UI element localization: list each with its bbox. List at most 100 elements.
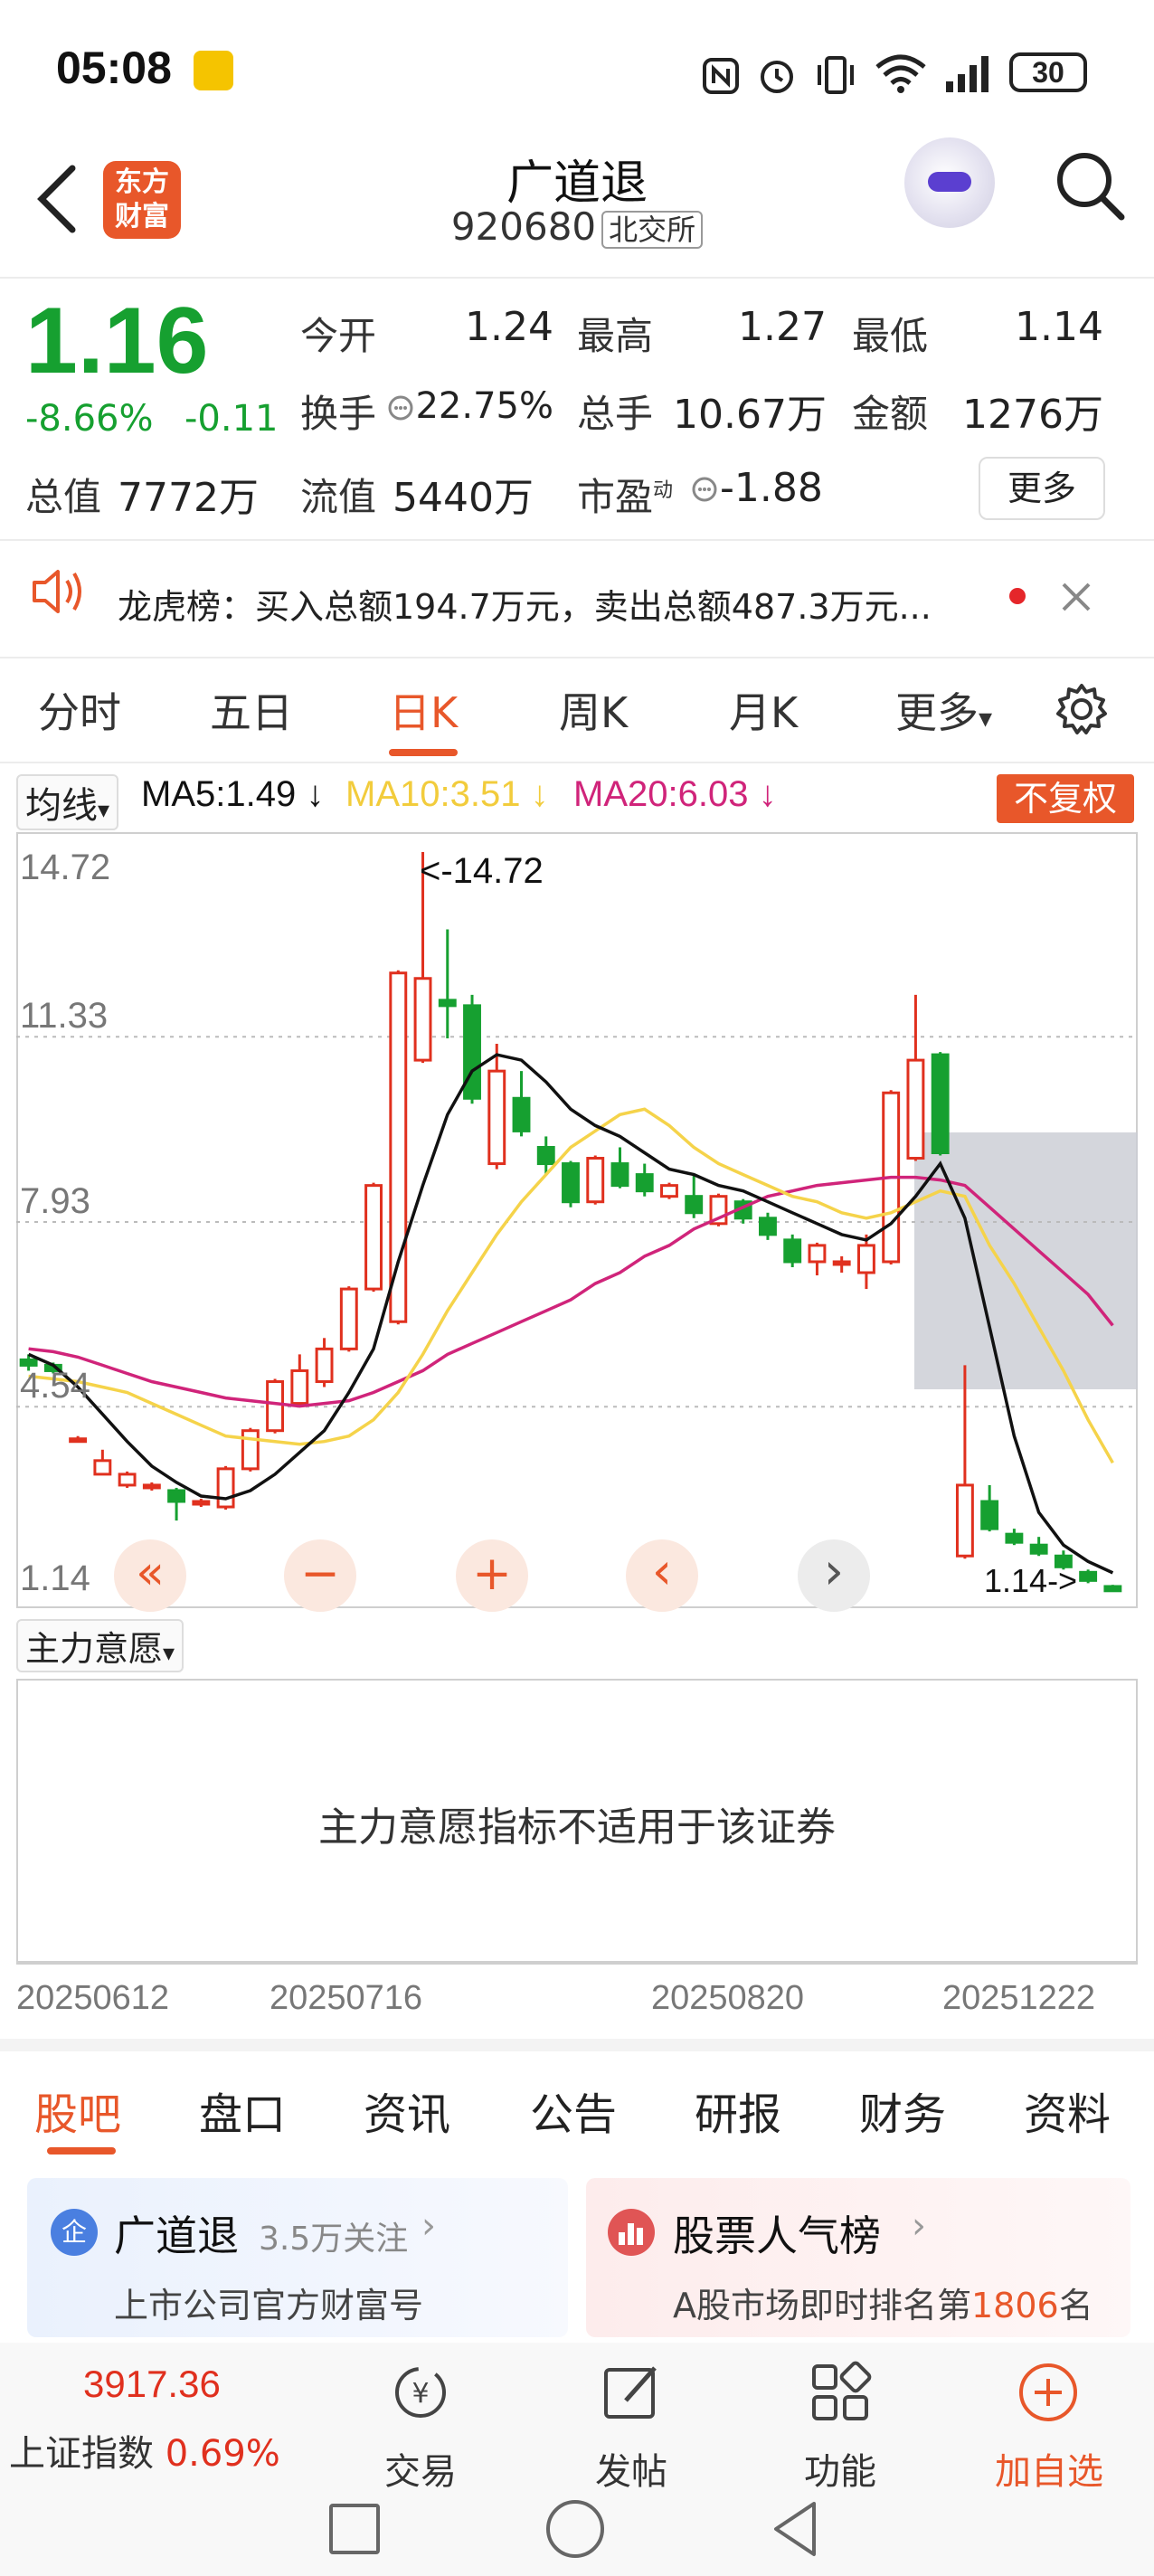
zoom-out-button[interactable]: − [284,1539,356,1612]
high-label: 最高 [577,314,654,358]
banner-text[interactable]: 龙虎榜：买入总额194.7万元，卖出总额487.3万元... [118,579,932,629]
company-card-subtitle: 上市公司官方财富号 [114,2286,424,2325]
battery-icon: 30 [1009,52,1087,92]
close-icon[interactable] [1058,579,1094,615]
low-value: 1.14 [1015,304,1103,350]
back-nav-icon[interactable] [769,2498,823,2560]
y-tick-label: 4.54 [20,1366,90,1406]
candle-body [1029,1543,1048,1555]
assistant-avatar-icon[interactable] [904,137,995,228]
tab-more[interactable]: 更多▾ [895,680,992,740]
company-account-card[interactable]: 企 广道退 3.5万关注 › 上市公司官方财富号 [27,2178,568,2337]
chevron-down-icon: ▾ [979,703,993,734]
tab-profile[interactable]: 资料 [1024,2079,1111,2142]
adjust-toggle[interactable]: 不复权 [997,774,1134,823]
candle-body [364,1184,383,1291]
company-card-title: 广道退 [114,2211,239,2260]
candle-body [931,1053,950,1155]
high-value: 1.27 [738,304,827,350]
tab-news[interactable]: 资讯 [364,2079,450,2142]
index-name[interactable]: 上证指数 0.69% [9,2424,280,2477]
tab-intraday[interactable]: 分时 [38,680,121,740]
home-icon[interactable] [546,2500,604,2558]
amount-value: 1276万 [962,392,1103,438]
candle-body [438,999,457,1008]
scroll-right-button[interactable]: › [798,1539,870,1612]
tab-monthly-k[interactable]: 月K [729,680,798,740]
kline-chart[interactable]: 14.72 11.33 7.93 4.54 1.14 <-14.72 1.14-> [16,832,1138,1608]
candle-body [69,1437,88,1444]
tab-financials[interactable]: 财务 [859,2079,946,2142]
candle-body [1103,1585,1122,1593]
stock-code: 920680 [450,204,597,249]
vibrate-icon [818,56,854,94]
scroll-left-fast-button[interactable]: « [114,1539,186,1612]
tab-research[interactable]: 研报 [695,2079,781,2142]
info-icon[interactable] [387,394,414,421]
candle-body [536,1145,555,1166]
scroll-left-button[interactable]: ‹ [626,1539,698,1612]
gear-icon[interactable] [1053,680,1111,738]
tab-five-day[interactable]: 五日 [210,680,293,740]
zoom-in-button[interactable]: + [456,1539,528,1612]
mcap-value: 7772万 [118,475,259,521]
candle-body [118,1473,137,1487]
turnover-label: 换手 [300,392,377,436]
tab-daily-k[interactable]: 日K [389,680,458,740]
index-value[interactable]: 3917.36 [83,2363,221,2406]
high-annotation: <-14.72 [420,851,544,891]
chevron-right-icon: › [912,2205,926,2247]
nav-post[interactable]: 发帖 [559,2442,704,2495]
candle-body [315,1347,334,1383]
search-icon[interactable] [1053,148,1127,223]
nav-functions[interactable]: 功能 [768,2442,913,2495]
info-icon[interactable] [691,476,718,503]
y-tick-label: 11.33 [20,996,108,1036]
change-amount: -0.11 [184,398,279,440]
ma20-legend: MA20:6.03 ↓ [573,774,777,814]
tab-pankou[interactable]: 盘口 [199,2079,286,2142]
recents-icon[interactable] [329,2504,380,2554]
status-bar: 05:08 30 [0,0,1154,136]
trade-icon: ¥ [395,2367,446,2418]
pe-superscript: 动 [653,479,674,502]
tab-guba[interactable]: 股吧 [34,2079,121,2142]
signal-icon [946,56,988,92]
low-label: 最低 [852,314,929,358]
float-value: 5440万 [393,475,534,521]
popularity-card-title: 股票人气榜 [673,2211,881,2260]
ma-selector[interactable]: 均线▾ [16,774,119,830]
tabs-divider [0,762,1154,763]
candle-body [463,1004,481,1100]
candle-body [512,1096,531,1132]
candle-body [635,1173,654,1193]
tab-announcement[interactable]: 公告 [530,2079,617,2142]
unread-dot [1009,588,1026,604]
nav-add-watchlist[interactable]: 加自选 [977,2442,1121,2495]
active-tab-underline [389,749,458,756]
nfc-icon [703,58,739,94]
popularity-card[interactable]: 股票人气榜 › A股市场即时排名第1806名 [586,2178,1130,2337]
pe-label: 市盈动 [577,475,674,519]
battery-level: 30 [1032,56,1064,89]
status-time: 05:08 [56,43,172,93]
more-button[interactable]: 更多 [979,457,1105,520]
open-label: 今开 [300,314,377,358]
tab-weekly-k[interactable]: 周K [559,680,628,740]
candle-body [832,1260,851,1266]
candle-body [487,1069,506,1166]
mcap-label: 总值 [25,475,102,519]
alarm-icon [761,61,793,93]
svg-text:¥: ¥ [411,2378,429,2410]
candle-body [562,1162,580,1204]
indicator-selector[interactable]: 主力意愿▾ [16,1619,184,1672]
candle-body [610,1162,629,1188]
section-gap [0,2039,1154,2051]
candle-body [955,1483,974,1558]
candle-body [906,1058,925,1160]
candle-body [266,1379,285,1433]
candle-body [142,1483,161,1490]
candle-body [216,1467,235,1509]
nav-trade[interactable]: 交易 [348,2442,493,2495]
candle-body [660,1184,678,1198]
